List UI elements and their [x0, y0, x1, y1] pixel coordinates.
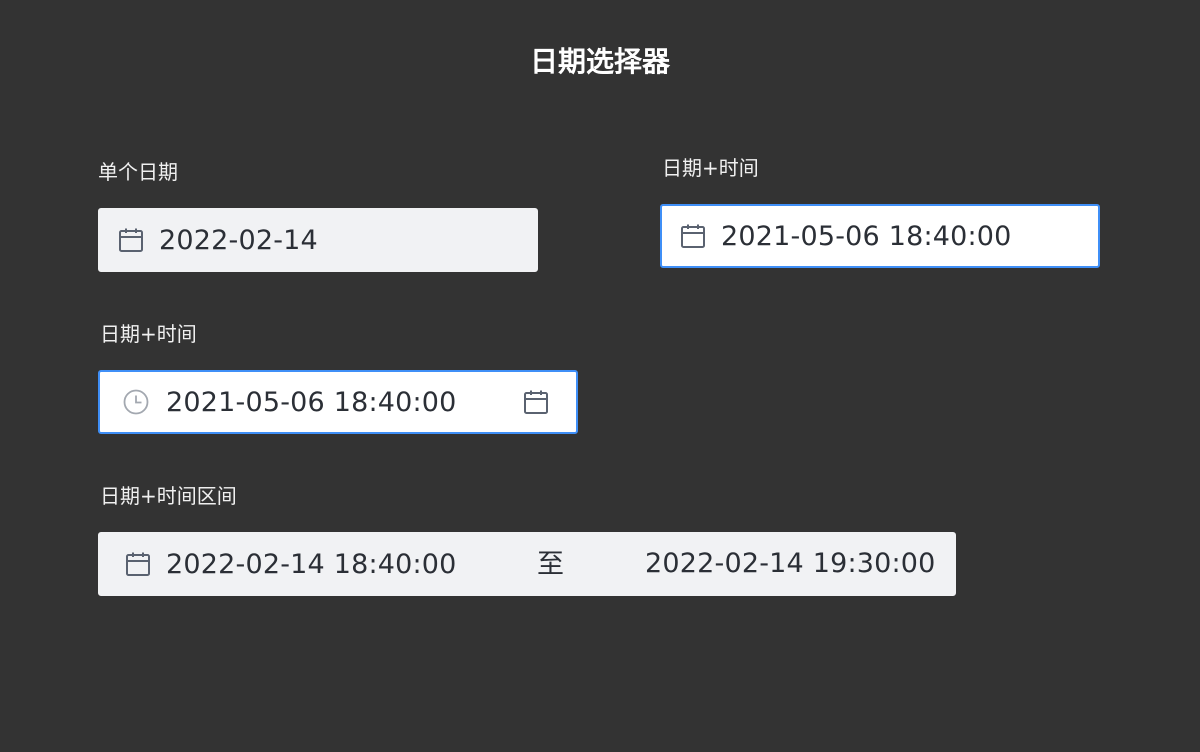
single-date-value: 2022-02-14 — [159, 224, 318, 256]
datetime-value: 2021-05-06 18:40:00 — [721, 220, 1012, 252]
single-date-label: 单个日期 — [98, 160, 178, 184]
calendar-icon — [117, 226, 145, 254]
datetime-picker-with-clock[interactable]: 2021-05-06 18:40:00 — [98, 370, 578, 434]
range-separator: 至 — [537, 549, 564, 580]
calendar-icon — [679, 222, 707, 250]
datetime-picker[interactable]: 2021-05-06 18:40:00 — [660, 204, 1100, 268]
datetime-label: 日期+时间 — [100, 322, 197, 346]
clock-icon — [122, 388, 150, 416]
single-date-picker[interactable]: 2022-02-14 — [98, 208, 538, 272]
datetime-value: 2021-05-06 18:40:00 — [166, 386, 457, 418]
range-end-value[interactable]: 2022-02-14 19:30:00 — [645, 548, 936, 580]
calendar-icon — [124, 550, 152, 578]
datetime-range-picker[interactable]: 2022-02-14 18:40:00 至 2022-02-14 19:30:0… — [98, 532, 956, 596]
page-title: 日期选择器 — [529, 45, 670, 78]
datetime-range-label: 日期+时间区间 — [100, 484, 237, 508]
range-start-value[interactable]: 2022-02-14 18:40:00 — [166, 549, 457, 580]
datetime-label: 日期+时间 — [662, 156, 759, 180]
date-picker-page: 日期选择器 单个日期 2022-02-14 日期+时间 2021-05-06 1… — [0, 0, 1200, 752]
calendar-icon[interactable] — [522, 388, 550, 416]
